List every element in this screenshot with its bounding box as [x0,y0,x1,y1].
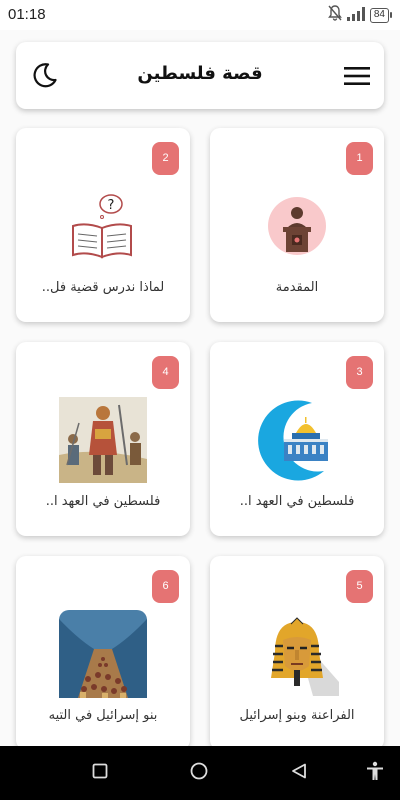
lesson-number-badge: 3 [346,356,373,389]
lesson-title: الفراعنة وبنو إسرائيل [239,708,355,723]
app-bar: قصة فلسطين [16,42,384,109]
lesson-title: بنو إسرائيل في التيه [48,708,158,723]
dome-of-the-rock-icon [247,390,347,490]
lesson-number-badge: 6 [152,570,179,603]
lesson-number-badge: 2 [152,142,179,175]
lesson-card-6[interactable]: 6 بنو إسرائيل في التيه [16,556,190,750]
lesson-card-3[interactable]: 3 فلسطين في العهد ا.. [210,342,384,536]
book-question-icon: ? [53,176,153,276]
lesson-number-badge: 5 [346,570,373,603]
mute-bell-icon [327,5,342,25]
crowd-sea-image [53,604,153,704]
home-icon[interactable] [190,762,208,784]
lesson-title: لماذا ندرس قضية فل.. [41,280,165,295]
signal-icon [346,6,365,25]
lesson-title: فلسطين في العهد ا.. [45,494,161,509]
battery-level: 84 [369,7,389,23]
ancient-warriors-image [53,390,153,490]
speaker-podium-icon [247,176,347,276]
status-bar: 01:18 84 [0,0,400,30]
lesson-card-2[interactable]: 2 ? لماذا ندرس قضية فل.. [16,128,190,322]
status-time: 01:18 [8,6,46,23]
system-nav-bar [0,746,400,800]
pharaoh-mask-icon [247,604,347,704]
lesson-card-5[interactable]: 5 الفراعنة وبنو إسرائيل [210,556,384,750]
lesson-card-4[interactable]: 4 فلسطين في العهد ا.. [16,342,190,536]
svg-text:?: ? [108,198,115,213]
lesson-title: فلسطين في العهد ا.. [239,494,355,509]
status-icons: 84 [327,5,392,25]
lesson-number-badge: 1 [346,142,373,175]
back-icon[interactable] [291,763,307,783]
recent-apps-icon[interactable] [92,763,108,783]
battery-icon: 84 [369,7,392,23]
lesson-number-badge: 4 [152,356,179,389]
lesson-title: المقدمة [275,280,319,295]
page-title: قصة فلسطين [137,63,263,84]
accessibility-icon[interactable] [366,761,384,785]
hamburger-menu-icon[interactable] [344,66,370,90]
lesson-card-1[interactable]: 1 المقدمة [210,128,384,322]
